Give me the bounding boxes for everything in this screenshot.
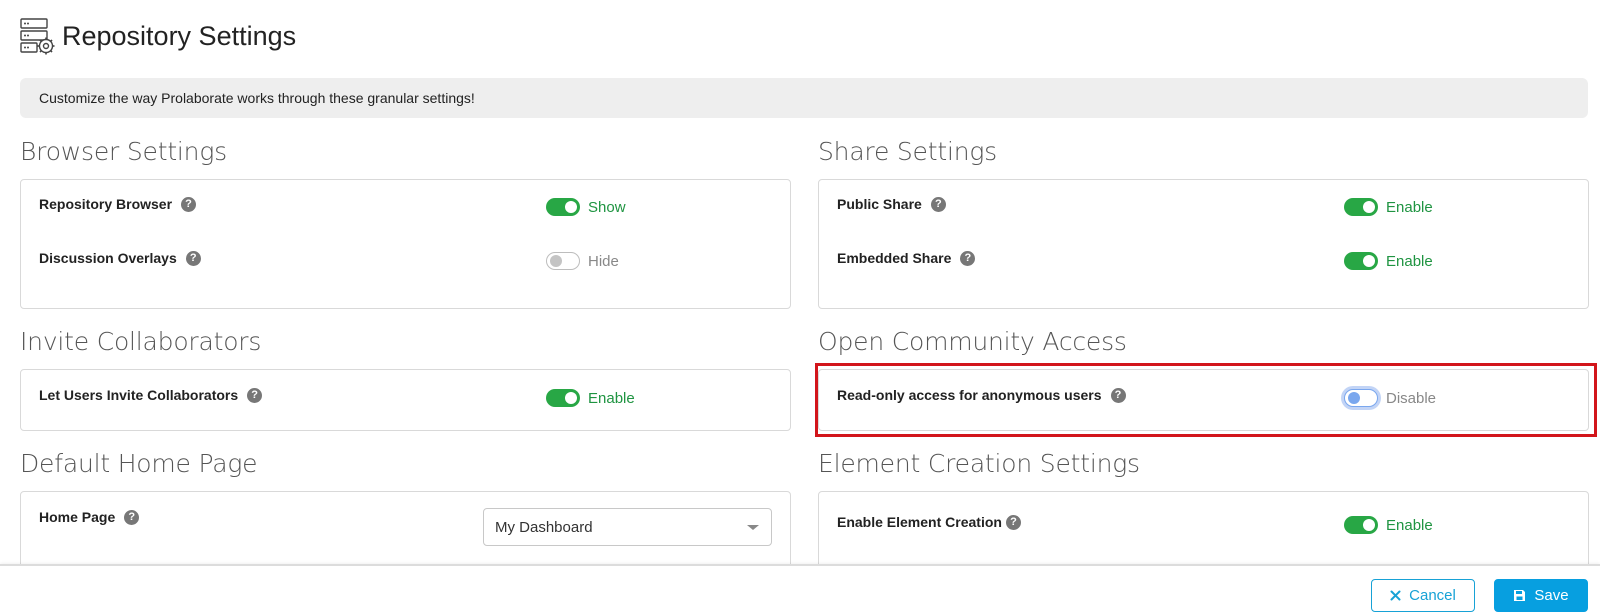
info-banner: Customize the way Prolaborate works thro… (20, 78, 1588, 118)
share-settings-panel: Public Share ? Enable Embedded Share ? E… (818, 179, 1589, 309)
page-title: Repository Settings (62, 20, 297, 51)
help-icon[interactable]: ? (1005, 514, 1021, 530)
share-settings-title: Share Settings (818, 137, 997, 166)
invite-collaborators-panel: Let Users Invite Collaborators ? Enable (20, 369, 791, 431)
enable-element-creation-toggle-group: Enable (1344, 516, 1433, 534)
open-community-access-title: Open Community Access (818, 327, 1127, 356)
let-users-invite-state: Enable (588, 389, 635, 407)
discussion-overlays-label: Discussion Overlays (39, 250, 177, 266)
server-settings-icon (20, 18, 55, 55)
let-users-invite-label: Let Users Invite Collaborators (39, 387, 239, 403)
default-home-page-title: Default Home Page (20, 449, 258, 478)
repository-browser-toggle-group: Show (546, 198, 626, 216)
home-page-row: Home Page ? (39, 509, 140, 525)
home-page-select[interactable]: My Dashboard (483, 508, 772, 546)
help-icon[interactable]: ? (247, 387, 263, 403)
repository-browser-label: Repository Browser (39, 196, 173, 212)
enable-element-creation-toggle[interactable] (1344, 516, 1378, 534)
let-users-invite-toggle[interactable] (546, 389, 580, 407)
help-icon[interactable]: ? (181, 196, 197, 212)
embedded-share-state: Enable (1386, 252, 1433, 270)
public-share-toggle-group: Enable (1344, 198, 1433, 216)
embedded-share-row: Embedded Share ? (837, 250, 976, 266)
embedded-share-label: Embedded Share (837, 250, 952, 266)
browser-settings-title: Browser Settings (20, 137, 227, 166)
page-header: Repository Settings (20, 16, 296, 56)
enable-element-creation-label: Enable Element Creation (837, 514, 1002, 530)
repository-browser-toggle[interactable] (546, 198, 580, 216)
cancel-button[interactable]: Cancel (1371, 579, 1475, 612)
save-button[interactable]: Save (1494, 579, 1588, 612)
embedded-share-toggle[interactable] (1344, 252, 1378, 270)
discussion-overlays-state: Hide (588, 252, 619, 270)
repository-browser-state: Show (588, 198, 626, 216)
help-icon[interactable]: ? (185, 250, 201, 266)
repository-browser-row: Repository Browser ? (39, 196, 197, 212)
help-icon[interactable]: ? (930, 196, 946, 212)
browser-settings-panel: Repository Browser ? Show Discussion Ove… (20, 179, 791, 309)
home-page-label: Home Page (39, 509, 116, 525)
discussion-overlays-toggle-group: Hide (546, 252, 619, 270)
close-icon (1390, 590, 1401, 601)
let-users-invite-toggle-group: Enable (546, 389, 635, 407)
help-icon[interactable]: ? (960, 250, 976, 266)
public-share-state: Enable (1386, 198, 1433, 216)
footer-bar: Cancel Save (0, 564, 1600, 614)
enable-element-creation-row: Enable Element Creation ? (837, 514, 1021, 530)
cancel-label: Cancel (1409, 587, 1456, 604)
help-icon[interactable]: ? (124, 509, 140, 525)
public-share-toggle[interactable] (1344, 198, 1378, 216)
discussion-overlays-toggle[interactable] (546, 252, 580, 270)
public-share-label: Public Share (837, 196, 922, 212)
save-label: Save (1534, 587, 1569, 604)
highlight-box (815, 363, 1597, 437)
discussion-overlays-row: Discussion Overlays ? (39, 250, 201, 266)
embedded-share-toggle-group: Enable (1344, 252, 1433, 270)
let-users-invite-row: Let Users Invite Collaborators ? (39, 387, 263, 403)
invite-collaborators-title: Invite Collaborators (20, 327, 262, 356)
element-creation-settings-title: Element Creation Settings (818, 449, 1140, 478)
enable-element-creation-state: Enable (1386, 516, 1433, 534)
public-share-row: Public Share ? (837, 196, 946, 212)
floppy-disk-icon (1513, 589, 1526, 602)
chevron-down-icon (747, 525, 759, 530)
home-page-select-value: My Dashboard (495, 518, 593, 536)
element-creation-settings-panel: Enable Element Creation ? Enable (818, 491, 1589, 571)
